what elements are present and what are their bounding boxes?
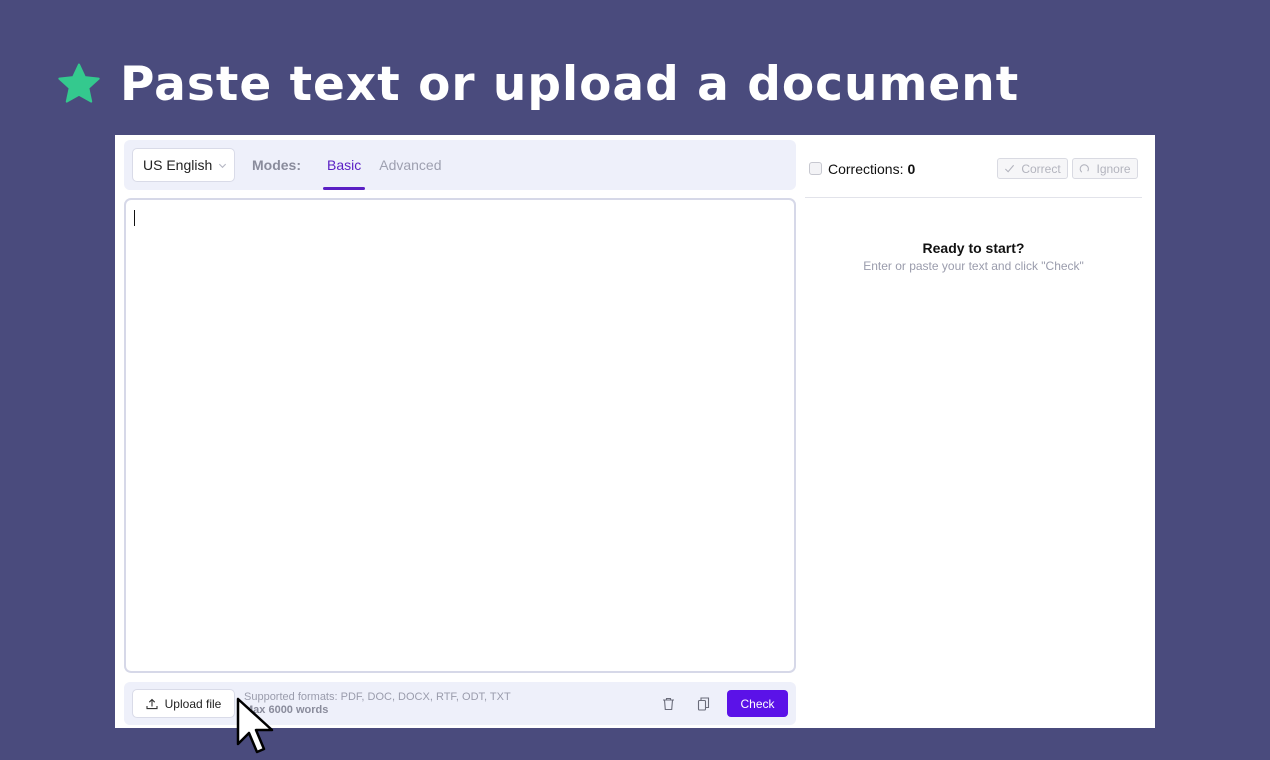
slide-title: Paste text or upload a document <box>120 56 1020 112</box>
text-caret <box>134 210 135 226</box>
editor-bottom-bar: Upload file Supported formats: PDF, DOC,… <box>124 682 796 725</box>
ignore-button-label: Ignore <box>1096 161 1131 176</box>
modes-label: Modes: <box>252 157 301 173</box>
corrections-label: Corrections: <box>828 160 904 177</box>
format-info: Supported formats: PDF, DOC, DOCX, RTF, … <box>244 691 511 717</box>
tab-basic[interactable]: Basic <box>323 140 366 190</box>
upload-icon <box>146 698 158 709</box>
ignore-button[interactable]: Ignore <box>1072 158 1138 179</box>
corrections-bar: Corrections: 0 Correct Ignore <box>805 140 1142 198</box>
copy-icon <box>697 696 709 711</box>
clear-text-button[interactable] <box>658 694 678 714</box>
empty-state-subtitle: Enter or paste your text and click "Chec… <box>863 259 1084 273</box>
trash-icon <box>662 697 674 710</box>
tab-advanced-label: Advanced <box>379 157 442 173</box>
chevron-down-icon <box>219 163 227 168</box>
text-input-area[interactable] <box>124 198 796 673</box>
supported-formats-text: Supported formats: PDF, DOC, DOCX, RTF, … <box>244 690 511 703</box>
corrections-pane: Corrections: 0 Correct Ignore Ready to s… <box>805 140 1142 725</box>
max-words-text: Max 6000 words <box>244 703 329 716</box>
empty-state-title: Ready to start? <box>922 240 1025 256</box>
language-select[interactable]: US English <box>132 148 235 182</box>
mouse-cursor-icon <box>236 697 274 754</box>
empty-state: Ready to start? Enter or paste your text… <box>805 240 1142 273</box>
corrections-count: 0 <box>907 160 916 177</box>
slide-header: Paste text or upload a document <box>56 56 1019 112</box>
correct-button[interactable]: Correct <box>997 158 1068 179</box>
editor-pane: US English Modes: Basic Advanced Upload … <box>124 140 796 725</box>
upload-file-label: Upload file <box>164 696 222 711</box>
select-all-corrections-checkbox[interactable] <box>809 162 822 175</box>
copy-text-button[interactable] <box>693 694 713 714</box>
check-button[interactable]: Check <box>727 690 788 717</box>
star-icon <box>58 63 100 103</box>
upload-file-button[interactable]: Upload file <box>132 689 235 718</box>
editor-toolbar: US English Modes: Basic Advanced <box>124 140 796 190</box>
language-select-value: US English <box>143 157 213 173</box>
tab-advanced[interactable]: Advanced <box>379 140 441 190</box>
tab-basic-label: Basic <box>327 157 362 173</box>
checkmark-icon <box>1005 164 1015 173</box>
grammar-checker-app: US English Modes: Basic Advanced Upload … <box>115 135 1155 728</box>
undo-icon <box>1080 164 1090 173</box>
correct-button-label: Correct <box>1021 161 1061 176</box>
